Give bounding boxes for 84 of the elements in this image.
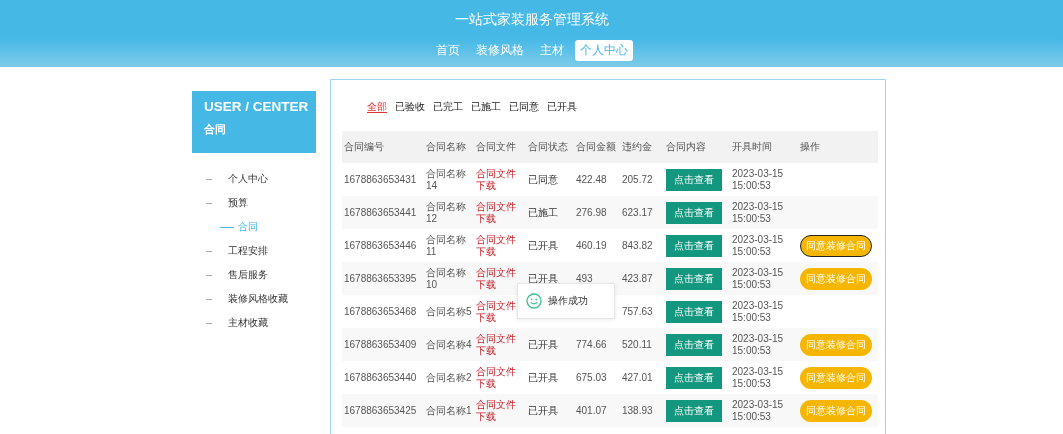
table-cell: 已开具 bbox=[528, 338, 558, 350]
table-cell: 460.19 bbox=[576, 239, 607, 251]
toast-message: 操作成功 bbox=[548, 294, 588, 308]
column-header: 合同编号 bbox=[344, 141, 384, 152]
table-cell: 843.82 bbox=[622, 239, 653, 251]
download-link[interactable]: 合同文件下载 bbox=[476, 299, 520, 324]
view-button[interactable]: 点击查看 bbox=[666, 399, 722, 422]
table-cell: 205.72 bbox=[622, 173, 653, 185]
view-button[interactable]: 点击查看 bbox=[666, 168, 722, 191]
table-cell: 已开具 bbox=[528, 371, 558, 383]
table-cell-text: 合同名称14 bbox=[426, 167, 467, 192]
sidebar-item[interactable]: 售后服务 bbox=[192, 263, 316, 287]
sidebar-title: USER / CENTER bbox=[204, 99, 310, 114]
column-header: 操作 bbox=[800, 141, 820, 152]
table-cell-text: 2023-03-15 15:00:53 bbox=[732, 398, 785, 423]
table-cell: 合同名称4 bbox=[426, 338, 472, 351]
table-cell: 1678863653441 bbox=[344, 206, 417, 218]
table-cell-text: 2023-03-15 15:00:53 bbox=[732, 233, 785, 258]
table-cell: 623.17 bbox=[622, 206, 653, 218]
download-link[interactable]: 合同文件下载 bbox=[476, 167, 520, 192]
table-cell: 1678863653468 bbox=[344, 305, 417, 317]
table-cell: 675.03 bbox=[576, 371, 607, 383]
table-cell: 已开具 bbox=[528, 239, 558, 251]
sidebar-item[interactable]: 主材收藏 bbox=[192, 311, 316, 335]
column-header: 开具时间 bbox=[732, 141, 772, 152]
table-cell-text: 2023-03-15 15:00:53 bbox=[732, 266, 785, 291]
table-cell: 1678863653440 bbox=[344, 371, 417, 383]
filter-tab[interactable]: 已同意 bbox=[509, 100, 539, 120]
view-button[interactable]: 点击查看 bbox=[666, 366, 722, 389]
table-cell: 1678863653431 bbox=[344, 173, 417, 185]
sidebar-item[interactable]: 装修风格收藏 bbox=[192, 287, 316, 311]
table-cell-text: 2023-03-15 15:00:53 bbox=[732, 299, 785, 324]
view-button[interactable]: 点击查看 bbox=[666, 333, 722, 356]
table-cell: 合同名称2 bbox=[426, 371, 472, 384]
table-cell: 已同意 bbox=[528, 173, 558, 185]
table-cell: 757.63 bbox=[622, 305, 653, 317]
table-cell: 已施工 bbox=[528, 206, 558, 218]
column-header: 合同内容 bbox=[666, 141, 706, 152]
table-cell: 合同名称5 bbox=[426, 305, 472, 318]
table-cell: 138.93 bbox=[622, 404, 653, 416]
download-link[interactable]: 合同文件下载 bbox=[476, 365, 520, 390]
column-header: 合同状态 bbox=[528, 141, 568, 152]
table-cell-text: 2023-03-15 15:00:53 bbox=[732, 332, 785, 357]
filter-tab[interactable]: 已施工 bbox=[471, 100, 501, 120]
table-cell: 1678863653409 bbox=[344, 338, 417, 350]
table-cell-text: 合同名称11 bbox=[426, 233, 467, 258]
table-cell: 422.48 bbox=[576, 173, 607, 185]
table-cell: 276.98 bbox=[576, 206, 607, 218]
sidebar-item[interactable]: 个人中心 bbox=[192, 167, 316, 191]
site-title: 一站式家装服务管理系统 bbox=[454, 10, 609, 29]
filter-tab[interactable]: 已验收 bbox=[395, 100, 425, 120]
table-cell: 合同名称1 bbox=[426, 404, 472, 417]
table-cell-text: 合同名称10 bbox=[426, 266, 467, 291]
sidebar-subtitle: 合同 bbox=[204, 122, 226, 137]
table-cell: 401.07 bbox=[576, 404, 607, 416]
table-cell: 520.11 bbox=[622, 338, 652, 350]
table-cell-text: 2023-03-15 15:00:53 bbox=[732, 365, 785, 390]
table-cell: 已开具 bbox=[528, 272, 558, 284]
table-cell: 427.01 bbox=[622, 371, 653, 383]
column-header: 合同金额 bbox=[576, 141, 616, 152]
column-header: 合同名称 bbox=[426, 141, 466, 152]
column-header: 合同文件 bbox=[476, 141, 516, 152]
column-header: 违约金 bbox=[622, 141, 652, 152]
download-link[interactable]: 合同文件下载 bbox=[476, 233, 520, 258]
table-cell: 1678863653446 bbox=[344, 239, 417, 251]
table-cell: 已开具 bbox=[528, 404, 558, 416]
sidebar-item[interactable]: 工程安排 bbox=[192, 239, 316, 263]
table-cell: 423.87 bbox=[622, 272, 653, 284]
table-cell-text: 2023-03-15 15:00:53 bbox=[732, 200, 785, 225]
table-cell: 1678863653395 bbox=[344, 272, 417, 284]
view-button[interactable]: 点击查看 bbox=[666, 201, 722, 224]
filter-tab[interactable]: 已开具 bbox=[547, 100, 577, 120]
view-button[interactable]: 点击查看 bbox=[666, 234, 722, 257]
view-button[interactable]: 点击查看 bbox=[666, 267, 722, 290]
table-cell: 493 bbox=[576, 272, 593, 284]
filter-tab[interactable]: 已完工 bbox=[433, 100, 463, 120]
table-cell: 1678863653425 bbox=[344, 404, 417, 416]
filter-tab[interactable]: 全部 bbox=[367, 100, 387, 113]
sidebar-item[interactable]: 预算 bbox=[192, 191, 316, 215]
view-button[interactable]: 点击查看 bbox=[666, 300, 722, 323]
smiley-icon bbox=[526, 293, 542, 309]
table-cell-text: 2023-03-15 15:00:53 bbox=[732, 167, 785, 192]
table-cell: 774.66 bbox=[576, 338, 607, 350]
table-cell-text: 合同名称12 bbox=[426, 200, 467, 225]
